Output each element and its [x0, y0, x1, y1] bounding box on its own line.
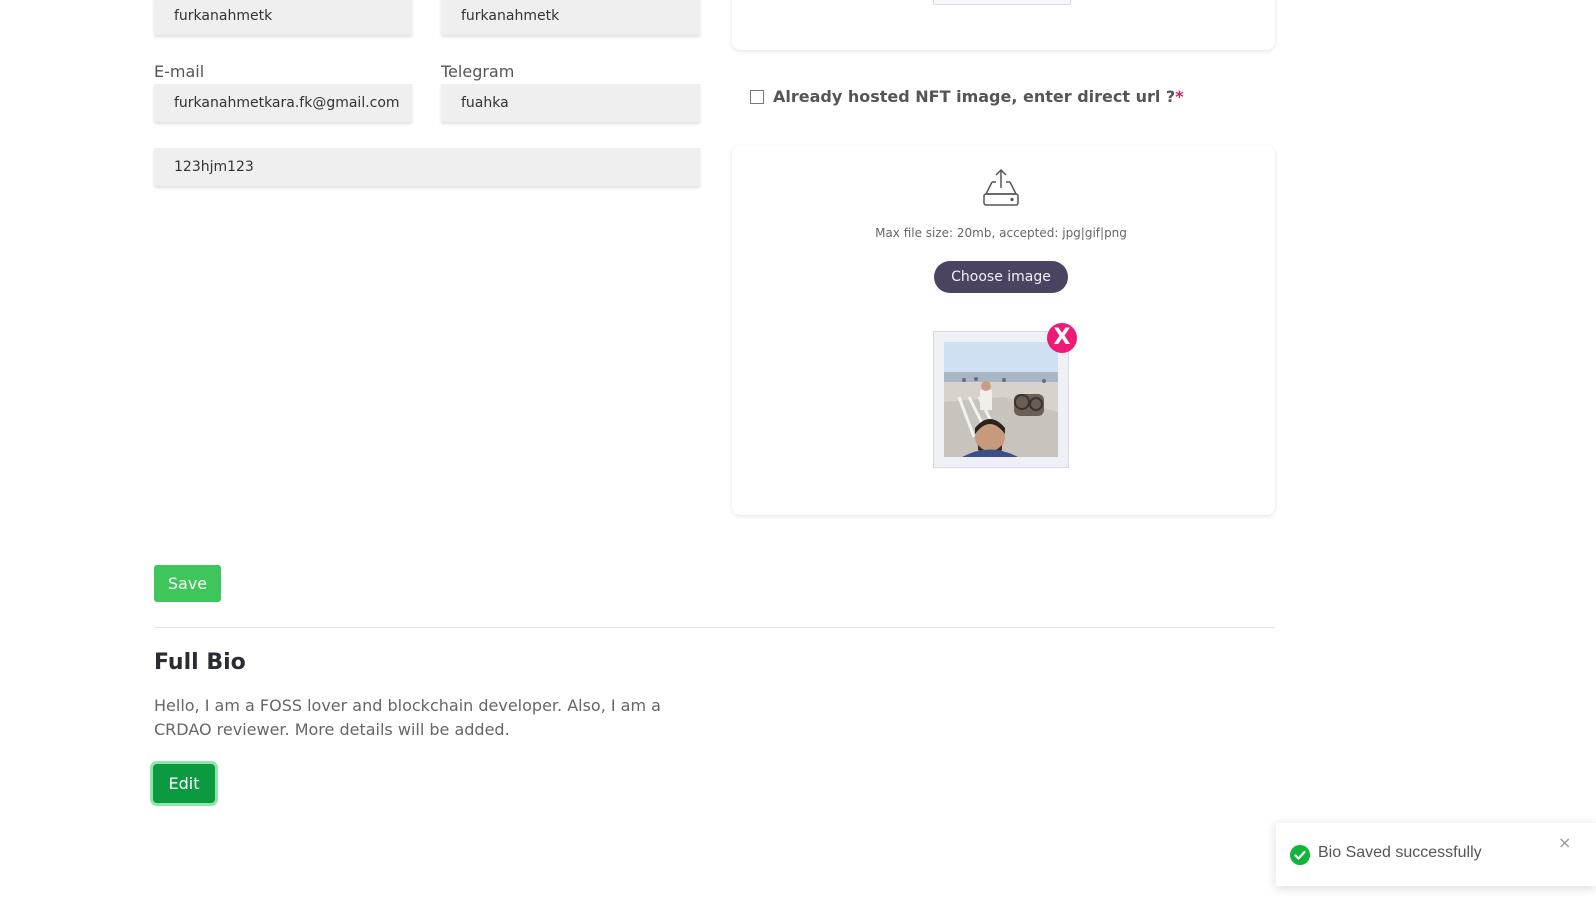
remove-image-button[interactable]: X [1047, 323, 1077, 353]
image-preview [933, 331, 1069, 468]
social-handle-field[interactable]: furkanahmetk [441, 0, 700, 35]
email-label: E-mail [154, 62, 205, 81]
email-field[interactable]: furkanahmetkara.fk@gmail.com [154, 84, 412, 122]
upload-tray-icon [983, 168, 1019, 206]
upload-hint: Max file size: 20mb, accepted: jpg|gif|p… [875, 226, 1127, 240]
hosted-url-label-text: Already hosted NFT image, enter direct u… [773, 87, 1176, 106]
toast-close-icon[interactable]: × [1558, 833, 1571, 852]
hosted-url-checkbox[interactable] [750, 90, 764, 104]
hosted-url-checkbox-label[interactable]: Already hosted NFT image, enter direct u… [773, 87, 1184, 106]
profile-edit-page: furkanahmetk furkanahmetk E-mail Telegra… [0, 0, 1596, 913]
required-mark: * [1175, 87, 1184, 106]
previous-preview-frame [933, 0, 1071, 5]
success-toast: Bio Saved successfully × [1276, 823, 1596, 886]
previous-card [732, 0, 1275, 50]
edit-bio-button[interactable]: Edit [153, 764, 215, 803]
toast-message: Bio Saved successfully [1318, 844, 1482, 861]
choose-image-button[interactable]: Choose image [934, 261, 1068, 293]
wallet-field[interactable]: 123hjm123 [154, 148, 700, 186]
username-field[interactable]: furkanahmetk [154, 0, 412, 35]
telegram-label: Telegram [441, 62, 515, 81]
section-divider [154, 627, 1275, 628]
preview-photo [944, 342, 1058, 457]
bio-heading: Full Bio [154, 650, 246, 675]
telegram-field[interactable]: fuahka [441, 84, 700, 122]
bio-text: Hello, I am a FOSS lover and blockchain … [154, 696, 661, 739]
selfie-photo-icon [944, 342, 1058, 457]
check-circle-icon [1290, 845, 1310, 865]
save-button[interactable]: Save [154, 565, 221, 602]
